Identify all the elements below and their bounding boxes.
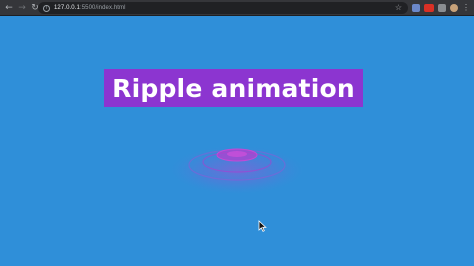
url-path: :5500/index.html [79,5,126,11]
mouse-cursor-icon [258,220,267,232]
address-bar[interactable]: i 127.0.0.1:5500/index.html ☆ [38,2,408,14]
star-icon[interactable]: ☆ [395,3,402,12]
url-text: 127.0.0.1:5500/index.html [54,5,126,11]
extension-icon[interactable] [412,4,420,12]
arrow-right-icon[interactable]: → [17,3,27,13]
kebab-menu-icon[interactable]: ⋮ [462,4,470,12]
info-icon[interactable]: i [43,4,50,12]
ripple-core-inner [227,151,247,157]
ripple-animation [171,146,303,194]
youtube-extension-icon[interactable] [424,4,434,12]
browser-toolbar: ← → ↻ i 127.0.0.1:5500/index.html ☆ ⋮ [0,0,474,16]
arrow-left-icon[interactable]: ← [4,3,14,13]
url-host: 127.0.0.1 [54,5,80,11]
page-title: Ripple animation [104,69,363,107]
avatar[interactable] [450,4,458,12]
extensions-area: ⋮ [412,2,470,14]
extension-icon[interactable] [438,4,446,12]
